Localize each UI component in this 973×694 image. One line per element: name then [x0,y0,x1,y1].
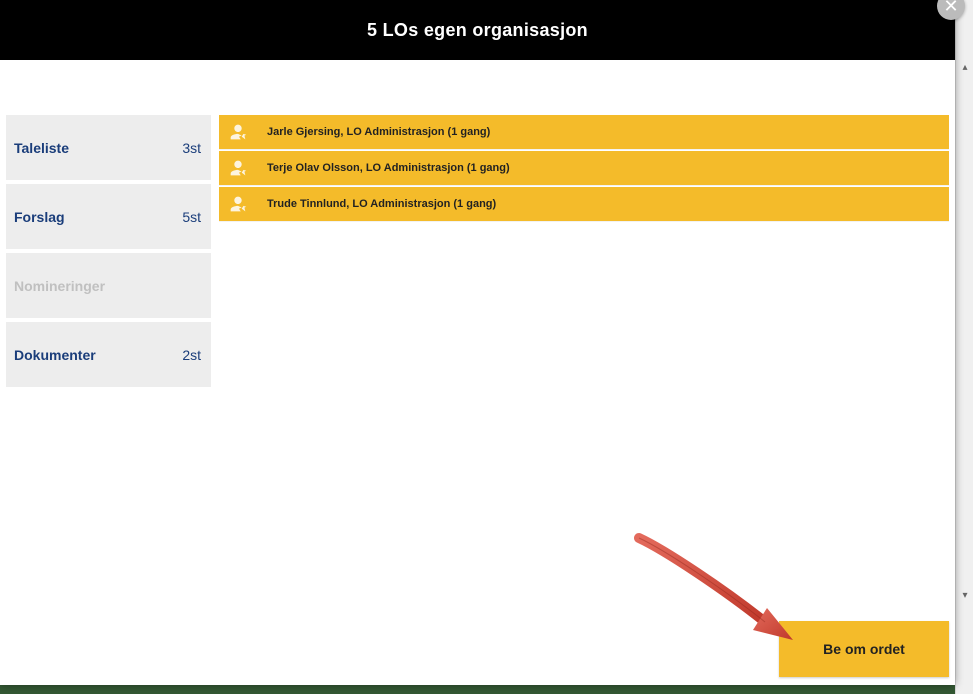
tab-nomineringer[interactable]: Nomineringer [6,253,211,318]
modal-title: 5 LOs egen organisasjon [367,20,588,41]
request-word-button[interactable]: Be om ordet [779,621,949,677]
person-icon [227,157,249,179]
speaker-row[interactable]: Trude Tinnlund, LO Administrasjon (1 gan… [219,187,949,221]
speaker-text: Terje Olav Olsson, LO Administrasjon (1 … [267,162,510,174]
tab-count: 5st [182,209,201,225]
tab-label: Nomineringer [14,278,105,294]
person-icon [227,121,249,143]
speaker-text: Trude Tinnlund, LO Administrasjon (1 gan… [267,198,496,210]
tab-taleliste[interactable]: Taleliste 3st [6,115,211,180]
sidebar: Taleliste 3st Forslag 5st Nomineringer D… [6,115,211,685]
tab-label: Taleliste [14,140,69,156]
scroll-down-icon[interactable]: ▾ [959,590,971,602]
speaker-list: Jarle Gjersing, LO Administrasjon (1 gan… [211,115,955,685]
page-scrollbar[interactable]: ▴ ▾ [955,0,973,694]
close-icon: ✕ [943,0,958,17]
tab-label: Dokumenter [14,347,96,363]
modal-header: 5 LOs egen organisasjon [0,0,955,60]
tab-label: Forslag [14,209,65,225]
tab-count: 2st [182,347,201,363]
speaker-text: Jarle Gjersing, LO Administrasjon (1 gan… [267,126,490,138]
tab-dokumenter[interactable]: Dokumenter 2st [6,322,211,387]
action-label: Be om ordet [823,641,905,657]
speaker-row[interactable]: Jarle Gjersing, LO Administrasjon (1 gan… [219,115,949,149]
modal-window: ✕ 5 LOs egen organisasjon Taleliste 3st … [0,0,955,685]
tab-forslag[interactable]: Forslag 5st [6,184,211,249]
speaker-row[interactable]: Terje Olav Olsson, LO Administrasjon (1 … [219,151,949,185]
person-icon [227,193,249,215]
tab-count: 3st [182,140,201,156]
scroll-up-icon[interactable]: ▴ [959,62,971,74]
